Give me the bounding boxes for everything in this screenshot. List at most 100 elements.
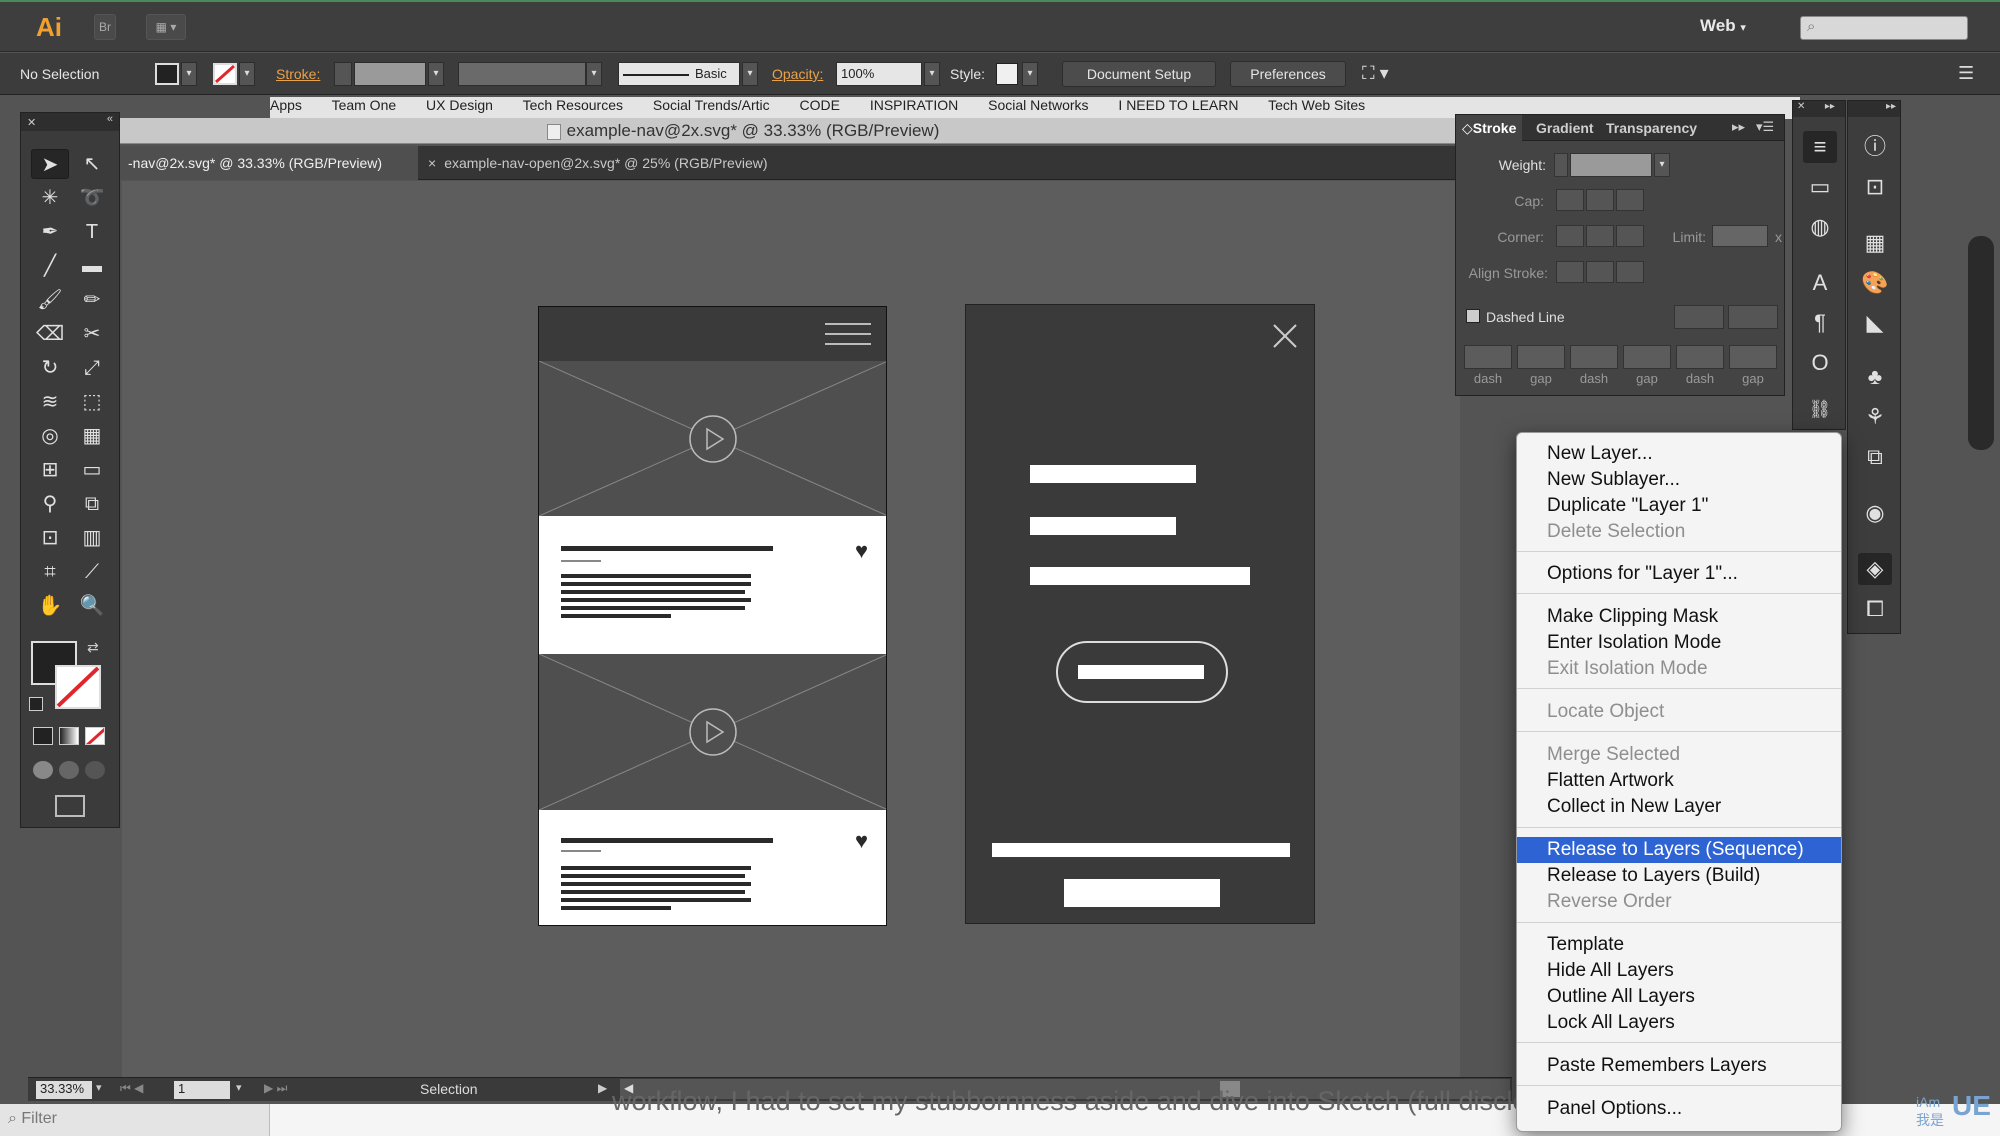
- gap-field[interactable]: [1517, 345, 1565, 369]
- graphic-style-swatch[interactable]: [996, 63, 1018, 85]
- stroke-swatch[interactable]: [213, 63, 237, 85]
- opacity-field[interactable]: 100%: [836, 62, 922, 86]
- menu-item-collect-in-new-layer[interactable]: Collect in New Layer: [1517, 794, 1841, 820]
- panel-menu-icon[interactable]: ▾☰: [1756, 119, 1774, 135]
- bridge-button[interactable]: Br: [94, 14, 116, 40]
- default-colors-icon[interactable]: [29, 697, 43, 711]
- transform-icon[interactable]: ⛶ ▾: [1362, 63, 1389, 84]
- preferences-button[interactable]: Preferences: [1230, 61, 1346, 87]
- bookmark-item[interactable]: Tech Resources: [523, 97, 623, 113]
- close-icon[interactable]: ✕: [27, 117, 36, 129]
- document-setup-button[interactable]: Document Setup: [1062, 61, 1216, 87]
- gradient-panel-icon[interactable]: ▭: [1803, 171, 1837, 203]
- menu-item-layer-options[interactable]: Options for "Layer 1"...: [1517, 561, 1841, 587]
- artboard-nav-open[interactable]: [965, 304, 1315, 924]
- shape-builder-tool-icon[interactable]: ◎: [31, 421, 69, 451]
- color-guide-panel-icon[interactable]: ◣: [1858, 307, 1892, 339]
- tab-example-nav-open[interactable]: × example-nav-open@2x.svg* @ 25% (RGB/Pre…: [420, 146, 820, 180]
- pen-tool-icon[interactable]: ✒: [31, 217, 69, 247]
- round-cap-button[interactable]: [1586, 189, 1614, 211]
- zoom-tool-icon[interactable]: 🔍: [73, 591, 111, 621]
- layers-panel-icon[interactable]: ◈: [1858, 553, 1892, 585]
- panel-header[interactable]: ✕ «: [21, 113, 119, 131]
- artboards-panel-icon[interactable]: ⧠: [1858, 593, 1892, 625]
- export-panel-icon[interactable]: ⧉: [1858, 441, 1892, 473]
- dash-field[interactable]: [1570, 345, 1618, 369]
- pencil-tool-icon[interactable]: ✏: [73, 285, 111, 315]
- rotate-tool-icon[interactable]: ↻: [31, 353, 69, 383]
- line-tool-icon[interactable]: ╱: [31, 251, 69, 281]
- artboard-tool-icon[interactable]: ⌗: [31, 557, 69, 587]
- stroke-color-swatch[interactable]: [55, 665, 101, 709]
- bookmark-item[interactable]: CODE: [800, 97, 840, 113]
- workspace-switcher[interactable]: Web ▾: [1700, 16, 1746, 36]
- panel-menu-icon[interactable]: ☰: [1958, 63, 1974, 84]
- opacity-label[interactable]: Opacity:: [772, 66, 823, 82]
- info-panel-icon[interactable]: ⓘ: [1858, 131, 1892, 163]
- dash-field[interactable]: [1464, 345, 1512, 369]
- links-panel-icon[interactable]: ⛓: [1803, 393, 1837, 425]
- next-artboard-icon[interactable]: ▶ ⏭: [264, 1081, 287, 1096]
- column-graph-tool-icon[interactable]: ▥: [73, 523, 111, 553]
- browser-vertical-scrollbar[interactable]: [1968, 236, 1994, 450]
- transform-panel-icon[interactable]: ⊡: [1858, 171, 1892, 203]
- selection-tool-icon[interactable]: ➤: [31, 149, 69, 179]
- align-dash-button[interactable]: [1728, 305, 1778, 329]
- menu-item-duplicate-layer[interactable]: Duplicate "Layer 1": [1517, 493, 1841, 519]
- align-outside-button[interactable]: [1616, 261, 1644, 283]
- limit-field[interactable]: [1712, 225, 1768, 247]
- stroke-panel-icon[interactable]: ≡: [1803, 131, 1837, 163]
- arrange-documents-button[interactable]: ▦ ▾: [146, 14, 186, 40]
- bookmark-item[interactable]: Social Trends/Artic: [653, 97, 770, 113]
- tab-gradient[interactable]: Gradient: [1536, 115, 1594, 141]
- bookmark-item[interactable]: Apps: [270, 97, 302, 113]
- butt-cap-button[interactable]: [1556, 189, 1584, 211]
- artboard-nav[interactable]: ♥ ♥: [538, 306, 887, 926]
- hand-tool-icon[interactable]: ✋: [31, 591, 69, 621]
- weight-stepper[interactable]: [1554, 153, 1568, 177]
- stroke-weight-dropdown[interactable]: ▾: [428, 62, 444, 86]
- opacity-dropdown[interactable]: ▾: [924, 62, 940, 86]
- opentype-panel-icon[interactable]: O: [1803, 347, 1837, 379]
- character-panel-icon[interactable]: A: [1803, 267, 1837, 299]
- fill-swatch[interactable]: [155, 63, 179, 85]
- align-inside-button[interactable]: [1586, 261, 1614, 283]
- bookmark-item[interactable]: UX Design: [426, 97, 493, 113]
- paragraph-panel-icon[interactable]: ¶: [1803, 307, 1837, 339]
- style-dropdown[interactable]: ▾: [1022, 62, 1038, 86]
- menu-item-release-to-layers-sequence[interactable]: Release to Layers (Sequence): [1517, 837, 1841, 863]
- stroke-dropdown[interactable]: ▾: [239, 62, 255, 86]
- status-menu-icon[interactable]: ▶: [598, 1081, 607, 1095]
- menu-item-release-to-layers-build[interactable]: Release to Layers (Build): [1517, 863, 1841, 889]
- type-tool-icon[interactable]: T: [73, 217, 111, 247]
- menu-item-lock-all-layers[interactable]: Lock All Layers: [1517, 1010, 1841, 1036]
- mesh-tool-icon[interactable]: ⊞: [31, 455, 69, 485]
- direct-selection-tool-icon[interactable]: ↖: [73, 149, 111, 179]
- draw-normal-icon[interactable]: [33, 761, 53, 779]
- symbols-panel-icon[interactable]: ♣: [1858, 361, 1892, 393]
- expand-panels-icon[interactable]: ▸▸: [1732, 119, 1745, 135]
- tab-transparency[interactable]: Transparency: [1606, 115, 1698, 141]
- menu-item-paste-remembers-layers[interactable]: Paste Remembers Layers: [1517, 1053, 1841, 1079]
- round-join-button[interactable]: [1586, 225, 1614, 247]
- swatches-panel-icon[interactable]: ▦: [1858, 227, 1892, 259]
- color-mode-icon[interactable]: [33, 727, 53, 745]
- bookmark-item[interactable]: Tech Web Sites: [1268, 97, 1365, 113]
- collapse-icon[interactable]: «: [107, 113, 113, 125]
- menu-item-new-sublayer[interactable]: New Sublayer...: [1517, 467, 1841, 493]
- transparency-panel-icon[interactable]: ◍: [1803, 211, 1837, 243]
- align-center-button[interactable]: [1556, 261, 1584, 283]
- menu-item-hide-all-layers[interactable]: Hide All Layers: [1517, 958, 1841, 984]
- menu-item-panel-options[interactable]: Panel Options...: [1517, 1096, 1841, 1122]
- swap-colors-icon[interactable]: ⇄: [87, 639, 99, 656]
- free-transform-tool-icon[interactable]: ⬚: [73, 387, 111, 417]
- help-search-input[interactable]: ⌕: [1800, 16, 1968, 40]
- symbol-sprayer-tool-icon[interactable]: ⊡: [31, 523, 69, 553]
- bookmark-item[interactable]: I NEED TO LEARN: [1118, 97, 1238, 113]
- artboard-dropdown[interactable]: ▾: [236, 1081, 242, 1094]
- none-mode-icon[interactable]: [85, 727, 105, 745]
- menu-item-template[interactable]: Template: [1517, 932, 1841, 958]
- tab-stroke[interactable]: ◇Stroke: [1456, 115, 1523, 141]
- miter-join-button[interactable]: [1556, 225, 1584, 247]
- menu-item-make-clipping-mask[interactable]: Make Clipping Mask: [1517, 604, 1841, 630]
